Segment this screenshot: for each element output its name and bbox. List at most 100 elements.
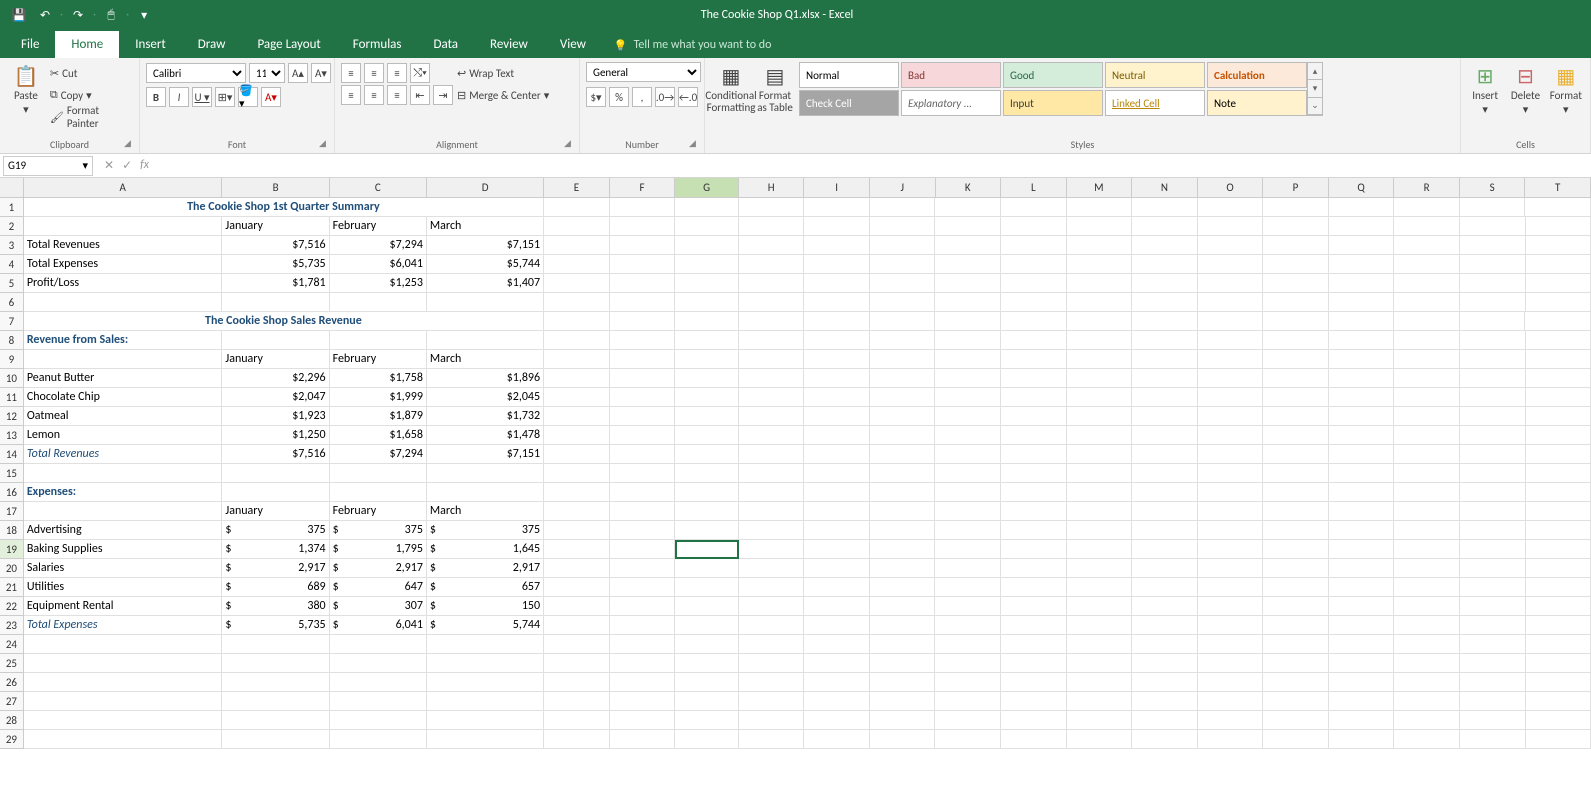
- cell[interactable]: [1460, 407, 1526, 426]
- cell[interactable]: [935, 445, 1001, 464]
- row-header[interactable]: 26: [0, 673, 24, 692]
- increase-indent-icon[interactable]: ⇥: [433, 85, 453, 105]
- cell[interactable]: [935, 388, 1001, 407]
- cell[interactable]: [544, 521, 610, 540]
- cell[interactable]: [1067, 388, 1133, 407]
- cell[interactable]: [1329, 559, 1395, 578]
- cell[interactable]: Salaries: [24, 559, 223, 578]
- cell[interactable]: [804, 217, 870, 236]
- cell[interactable]: [739, 445, 805, 464]
- cell[interactable]: [1329, 730, 1395, 749]
- cell[interactable]: [870, 559, 936, 578]
- row-header[interactable]: 12: [0, 407, 24, 426]
- borders-button[interactable]: ⊞▾: [215, 87, 235, 107]
- cell[interactable]: [1460, 502, 1526, 521]
- cell[interactable]: [870, 331, 936, 350]
- cell[interactable]: [1394, 388, 1460, 407]
- orientation-icon[interactable]: ⤭▾: [410, 63, 430, 83]
- cell[interactable]: $6,041: [330, 255, 427, 274]
- row-header[interactable]: 15: [0, 464, 24, 483]
- font-name-select[interactable]: Calibri: [146, 63, 246, 83]
- cell[interactable]: [222, 331, 329, 350]
- cell[interactable]: [739, 255, 805, 274]
- cell[interactable]: $2,296: [222, 369, 329, 388]
- cell[interactable]: [222, 673, 329, 692]
- cell[interactable]: [1198, 730, 1264, 749]
- cell[interactable]: [1132, 692, 1198, 711]
- style-normal[interactable]: Normal: [799, 62, 899, 88]
- column-header[interactable]: S: [1460, 178, 1526, 197]
- row-header[interactable]: 27: [0, 692, 24, 711]
- cell[interactable]: [544, 692, 610, 711]
- cell[interactable]: [1132, 198, 1198, 217]
- cell[interactable]: $5,744: [427, 255, 544, 274]
- cell[interactable]: [222, 730, 329, 749]
- cell[interactable]: [330, 711, 427, 730]
- cell[interactable]: [870, 635, 936, 654]
- cell[interactable]: [1132, 331, 1198, 350]
- row-header[interactable]: 1: [0, 198, 24, 217]
- cell[interactable]: $1,658: [330, 426, 427, 445]
- cell[interactable]: [427, 293, 544, 312]
- bold-button[interactable]: B: [146, 87, 166, 107]
- cell[interactable]: [1394, 559, 1460, 578]
- cell[interactable]: [1132, 445, 1198, 464]
- cell[interactable]: [544, 445, 610, 464]
- copy-button[interactable]: ⧉Copy ▾: [50, 84, 133, 106]
- cell[interactable]: [935, 274, 1001, 293]
- format-as-table-button[interactable]: ▤Format as Table: [755, 62, 795, 114]
- cell[interactable]: [1329, 483, 1395, 502]
- cell[interactable]: [935, 464, 1001, 483]
- cell[interactable]: [804, 274, 870, 293]
- row-header[interactable]: 16: [0, 483, 24, 502]
- cell[interactable]: [1132, 673, 1198, 692]
- cell[interactable]: March: [427, 350, 544, 369]
- cell[interactable]: [804, 464, 870, 483]
- cell[interactable]: [870, 597, 936, 616]
- cell[interactable]: [935, 426, 1001, 445]
- cell[interactable]: $647: [330, 578, 427, 597]
- cell[interactable]: [610, 540, 676, 559]
- cell[interactable]: [1460, 540, 1526, 559]
- cell[interactable]: [804, 236, 870, 255]
- cell[interactable]: Total Revenues: [24, 445, 223, 464]
- cell[interactable]: [1460, 635, 1526, 654]
- cell[interactable]: [675, 445, 739, 464]
- cell[interactable]: Oatmeal: [24, 407, 223, 426]
- cell[interactable]: [739, 350, 805, 369]
- cell[interactable]: [1198, 388, 1264, 407]
- cell[interactable]: The Cookie Shop Sales Revenue: [24, 312, 544, 331]
- cell[interactable]: Total Revenues: [24, 236, 223, 255]
- cell[interactable]: [870, 274, 936, 293]
- cell[interactable]: Peanut Butter: [24, 369, 223, 388]
- cell[interactable]: [1526, 369, 1591, 388]
- fx-icon[interactable]: fx: [140, 158, 149, 173]
- cell[interactable]: [1001, 255, 1067, 274]
- cell[interactable]: [24, 464, 223, 483]
- style-explanatory[interactable]: Explanatory ...: [901, 90, 1001, 116]
- cell[interactable]: [935, 635, 1001, 654]
- cell[interactable]: [739, 369, 805, 388]
- cell[interactable]: [1460, 578, 1526, 597]
- cell[interactable]: [1001, 692, 1067, 711]
- row-header[interactable]: 7: [0, 312, 24, 331]
- cell[interactable]: [804, 255, 870, 274]
- cell[interactable]: [1329, 635, 1395, 654]
- cell[interactable]: [1526, 578, 1591, 597]
- cell[interactable]: [544, 730, 610, 749]
- cell[interactable]: [1526, 521, 1591, 540]
- cell[interactable]: [1001, 369, 1067, 388]
- cell[interactable]: [739, 388, 805, 407]
- cell[interactable]: [935, 711, 1001, 730]
- column-header[interactable]: C: [330, 178, 427, 197]
- cell[interactable]: [1198, 312, 1264, 331]
- cell[interactable]: [1329, 350, 1395, 369]
- format-cells-button[interactable]: ▦Format▾: [1548, 62, 1584, 116]
- cell[interactable]: [870, 464, 936, 483]
- style-good[interactable]: Good: [1003, 62, 1103, 88]
- cell[interactable]: [935, 369, 1001, 388]
- cell[interactable]: [610, 255, 676, 274]
- cell[interactable]: [1001, 730, 1067, 749]
- cell[interactable]: [1394, 369, 1460, 388]
- row-header[interactable]: 3: [0, 236, 24, 255]
